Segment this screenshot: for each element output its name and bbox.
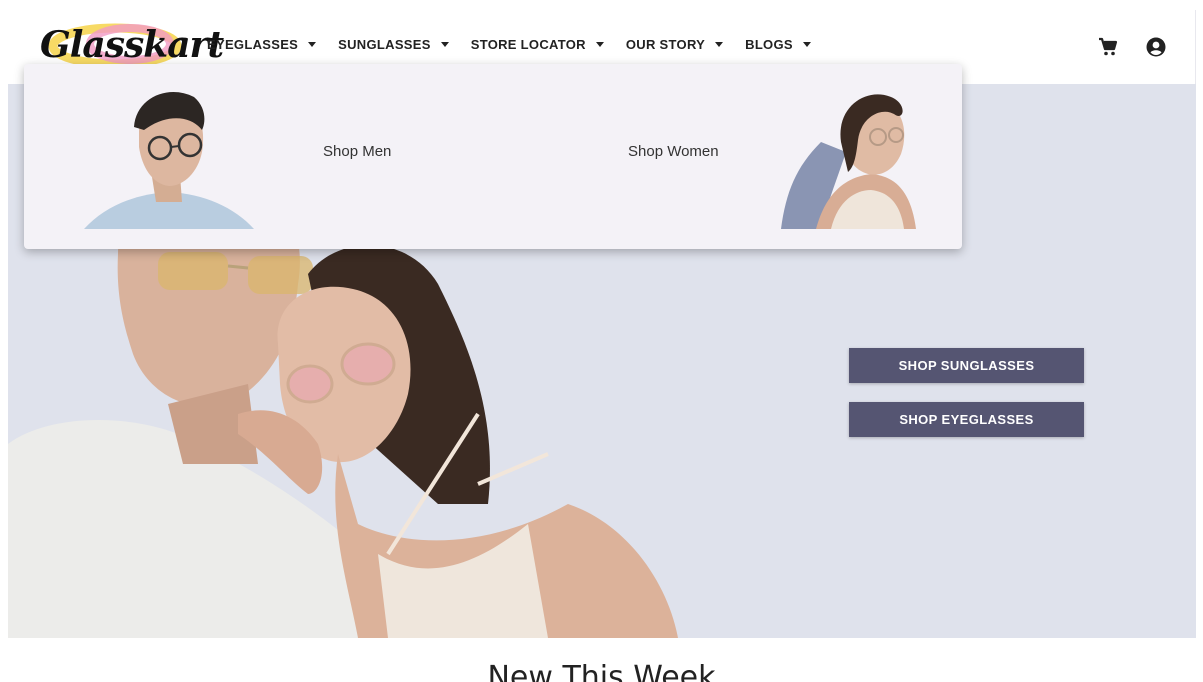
main-nav: EYEGLASSES SUNGLASSES STORE LOCATOR OUR … — [207, 37, 833, 52]
shop-sunglasses-button[interactable]: SHOP SUNGLASSES — [849, 348, 1084, 383]
nav-label: STORE LOCATOR — [470, 37, 586, 52]
nav-item-our-story[interactable]: OUR STORY — [625, 37, 724, 52]
shop-women-image[interactable] — [776, 82, 946, 229]
nav-item-eyeglasses[interactable]: EYEGLASSES — [207, 37, 317, 52]
logo-text: Glasskart — [40, 24, 224, 66]
caret-down-icon — [308, 42, 317, 47]
caret-down-icon — [802, 42, 811, 47]
caret-down-icon — [440, 42, 449, 47]
page: SHOP SUNGLASSES SHOP EYEGLASSES Glasskar… — [0, 0, 1203, 682]
caret-down-icon — [595, 42, 604, 47]
eyeglasses-dropdown-menu: Shop Men Shop Women — [24, 64, 962, 249]
shop-women-link[interactable]: Shop Women — [628, 143, 719, 160]
section-title: New This Week — [487, 660, 716, 682]
nav-item-sunglasses[interactable]: SUNGLASSES — [338, 37, 449, 52]
shop-eyeglasses-button[interactable]: SHOP EYEGLASSES — [849, 402, 1084, 437]
caret-down-icon — [715, 42, 724, 47]
nav-label: BLOGS — [745, 37, 793, 52]
shop-men-image[interactable] — [84, 82, 254, 229]
nav-label: OUR STORY — [625, 37, 706, 52]
cart-icon[interactable] — [1097, 36, 1119, 58]
nav-label: SUNGLASSES — [338, 37, 431, 52]
header-actions — [1097, 36, 1167, 58]
nav-item-blogs[interactable]: BLOGS — [745, 37, 811, 52]
shop-men-link[interactable]: Shop Men — [323, 143, 391, 160]
nav-item-store-locator[interactable]: STORE LOCATOR — [471, 37, 604, 52]
nav-label: EYEGLASSES — [207, 37, 299, 52]
account-icon[interactable] — [1145, 36, 1167, 58]
